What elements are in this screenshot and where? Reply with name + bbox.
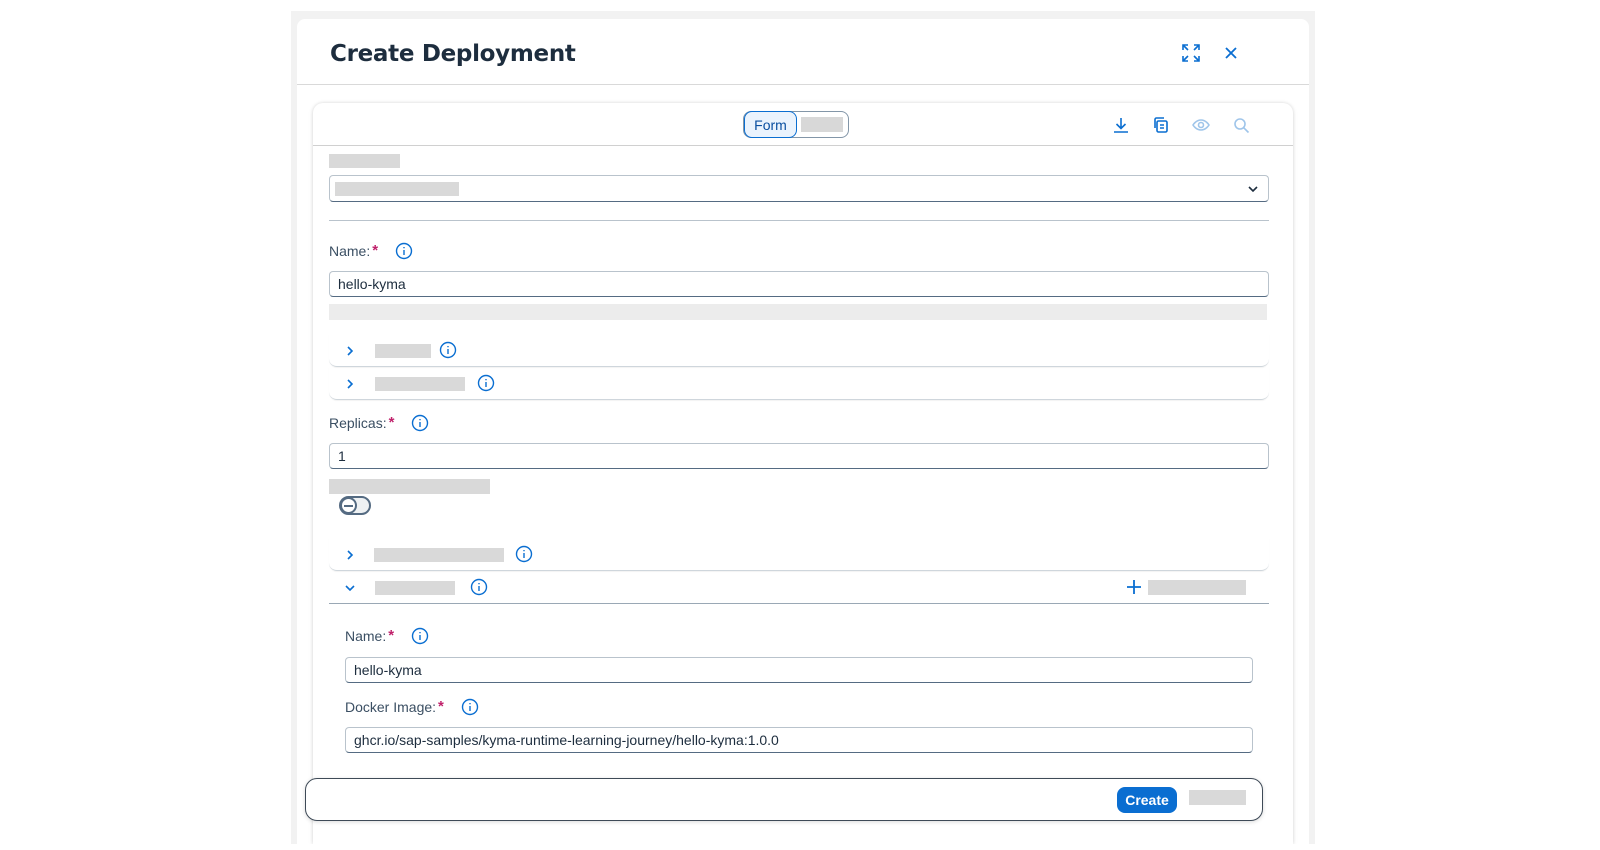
strategy-title-placeholder bbox=[374, 548, 504, 562]
labels-title-placeholder bbox=[375, 344, 431, 358]
annotations-title-placeholder bbox=[375, 377, 465, 391]
container-name-input[interactable] bbox=[345, 657, 1253, 683]
copy-icon bbox=[1154, 117, 1168, 133]
chevron-right-icon bbox=[347, 550, 354, 560]
replicas-label: Replicas: * bbox=[329, 414, 394, 431]
toggle-switch[interactable] bbox=[339, 496, 371, 515]
name-hint-placeholder bbox=[329, 304, 1267, 320]
chevron-right-icon bbox=[347, 346, 354, 356]
dialog-header: Create Deployment bbox=[297, 19, 1309, 85]
toggle-label-placeholder bbox=[329, 479, 490, 494]
info-icon[interactable] bbox=[515, 545, 533, 563]
info-icon[interactable] bbox=[439, 341, 457, 359]
expand-button[interactable] bbox=[1177, 39, 1205, 67]
copy-button[interactable] bbox=[1148, 112, 1174, 138]
docker-image-input[interactable] bbox=[345, 727, 1253, 753]
namespace-select[interactable] bbox=[329, 175, 1269, 202]
required-mark: * bbox=[388, 627, 395, 644]
expand-icon bbox=[1182, 44, 1200, 62]
mode-segmented-button: Form bbox=[743, 111, 849, 138]
labels-panel-header[interactable] bbox=[329, 334, 1269, 367]
required-mark: * bbox=[388, 414, 395, 431]
search-button[interactable] bbox=[1228, 112, 1254, 138]
container-name-label: Name: * bbox=[345, 627, 394, 644]
add-container-button-placeholder[interactable] bbox=[1148, 580, 1246, 595]
search-icon bbox=[1233, 117, 1249, 133]
cancel-button-placeholder[interactable] bbox=[1189, 790, 1246, 805]
section-divider bbox=[329, 220, 1269, 221]
mode-form-button[interactable]: Form bbox=[744, 111, 797, 138]
name-label: Name: * bbox=[329, 242, 378, 259]
download-icon bbox=[1114, 118, 1128, 133]
name-input[interactable] bbox=[329, 271, 1269, 297]
close-button[interactable] bbox=[1217, 39, 1245, 67]
eye-icon bbox=[1192, 119, 1210, 131]
info-icon[interactable] bbox=[477, 374, 495, 392]
namespace-value-placeholder bbox=[335, 182, 459, 196]
info-icon[interactable] bbox=[395, 242, 413, 260]
close-icon bbox=[1225, 47, 1237, 59]
content-panel: Form Name: * hello-kyma Replicas: * 1 Na… bbox=[313, 103, 1293, 844]
preview-button[interactable] bbox=[1188, 112, 1214, 138]
info-icon[interactable] bbox=[411, 627, 429, 645]
editor-toolbar: Form bbox=[313, 103, 1293, 146]
toggle-knob bbox=[340, 497, 357, 514]
dialog-footer: Create bbox=[305, 778, 1263, 821]
dialog-title: Create Deployment bbox=[330, 41, 576, 67]
container-name-label-text: Name: bbox=[345, 627, 387, 644]
required-mark: * bbox=[372, 242, 379, 259]
chevron-down-icon bbox=[1248, 186, 1258, 193]
create-deployment-dialog: Create Deployment Form Name: * hello-kym… bbox=[297, 19, 1309, 844]
download-button[interactable] bbox=[1108, 112, 1134, 138]
containers-panel-header[interactable] bbox=[329, 571, 1269, 604]
docker-image-label-text: Docker Image: bbox=[345, 698, 437, 715]
name-label-text: Name: bbox=[329, 242, 371, 259]
chevron-right-icon bbox=[347, 379, 354, 389]
annotations-panel-header[interactable] bbox=[329, 367, 1269, 400]
docker-image-label: Docker Image: * bbox=[345, 698, 444, 715]
replicas-label-text: Replicas: bbox=[329, 414, 387, 431]
required-mark: * bbox=[438, 698, 444, 715]
replicas-input[interactable] bbox=[329, 443, 1269, 469]
containers-title-placeholder bbox=[375, 581, 455, 595]
chevron-down-icon bbox=[345, 585, 355, 592]
create-button[interactable]: Create bbox=[1117, 787, 1177, 813]
info-icon[interactable] bbox=[470, 578, 488, 596]
info-icon[interactable] bbox=[411, 414, 429, 432]
info-icon[interactable] bbox=[461, 698, 479, 716]
add-icon[interactable] bbox=[1126, 579, 1142, 595]
mode-yaml-button[interactable] bbox=[801, 117, 843, 132]
strategy-panel-header[interactable] bbox=[329, 538, 1269, 571]
namespace-label-placeholder bbox=[329, 154, 400, 168]
